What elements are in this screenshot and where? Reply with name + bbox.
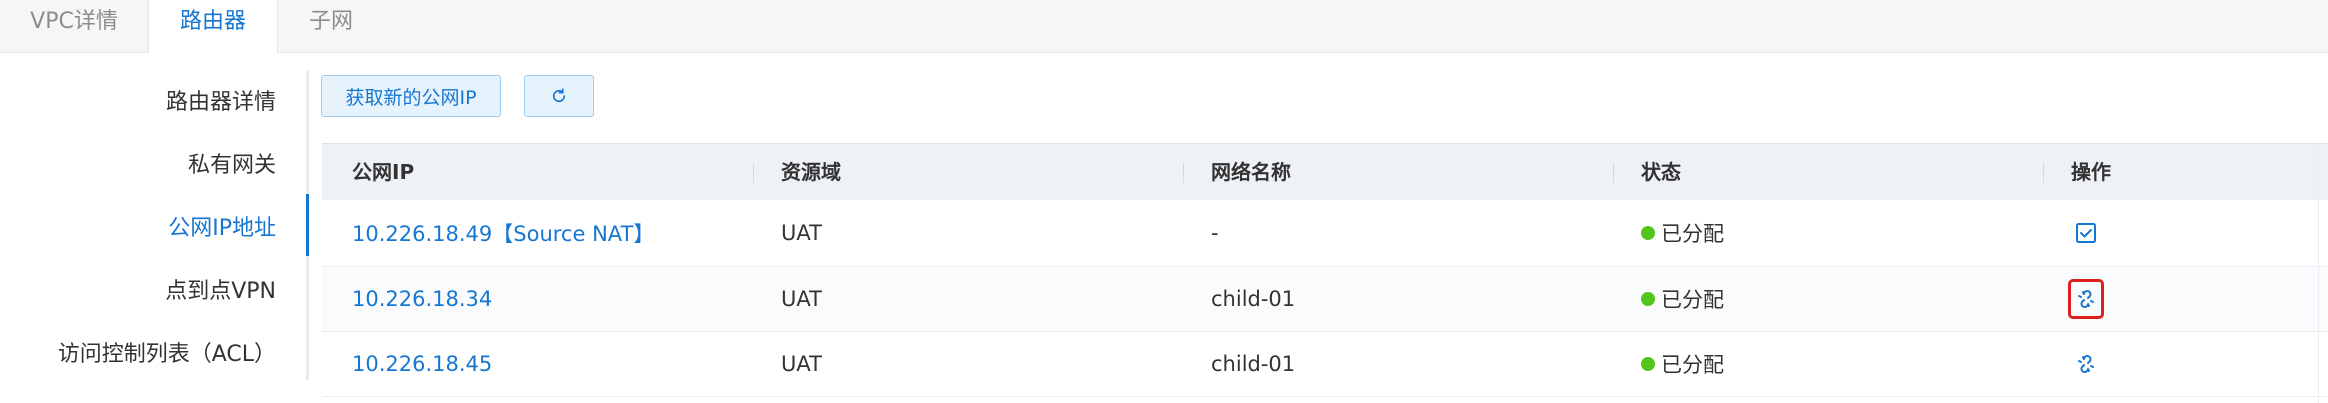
table-right-border bbox=[2318, 143, 2319, 403]
tab-vpc-detail[interactable]: VPC详情 bbox=[0, 0, 148, 52]
side-menu: 路由器详情 私有网关 公网IP地址 点到点VPN 访问控制列表（ACL） bbox=[0, 70, 309, 380]
status-cell: 已分配 bbox=[1641, 332, 1724, 396]
menu-item-acl[interactable]: 访问控制列表（ACL） bbox=[58, 336, 276, 368]
header-network-name: 网络名称 bbox=[1211, 160, 1291, 184]
refresh-button[interactable] bbox=[524, 75, 594, 117]
status-dot-icon bbox=[1641, 292, 1655, 306]
header-status: 状态 bbox=[1641, 160, 1681, 184]
top-tab-bar: VPC详情 路由器 子网 bbox=[0, 0, 2328, 53]
table-row: 10.226.18.34 UAT child-01 已分配 bbox=[322, 267, 2328, 332]
menu-item-site-to-site-vpn[interactable]: 点到点VPN bbox=[165, 273, 276, 305]
column-divider[interactable] bbox=[753, 163, 754, 183]
disable-static-nat-button[interactable] bbox=[2072, 350, 2100, 378]
column-divider[interactable] bbox=[1613, 163, 1614, 183]
public-ip-link[interactable]: 10.226.18.45 bbox=[352, 332, 492, 396]
unlink-icon bbox=[2078, 290, 2094, 308]
public-ip-link[interactable]: 10.226.18.34 bbox=[352, 267, 492, 331]
checkbox-checked-icon bbox=[2076, 223, 2096, 243]
column-divider[interactable] bbox=[2043, 163, 2044, 183]
status-dot-icon bbox=[1641, 226, 1655, 240]
acquire-public-ip-button[interactable]: 获取新的公网IP bbox=[321, 75, 501, 117]
header-actions: 操作 bbox=[2071, 160, 2111, 184]
column-divider[interactable] bbox=[1183, 163, 1184, 183]
resource-domain-cell: UAT bbox=[781, 221, 822, 245]
table-row: 10.226.18.49【Source NAT】 UAT - 已分配 bbox=[322, 200, 2328, 267]
status-label: 已分配 bbox=[1661, 288, 1724, 312]
header-resource-domain: 资源域 bbox=[781, 160, 841, 184]
tab-subnet[interactable]: 子网 bbox=[276, 0, 386, 52]
resource-domain-cell: UAT bbox=[781, 287, 822, 311]
refresh-icon bbox=[552, 88, 566, 103]
public-ip-link[interactable]: 10.226.18.49【Source NAT】 bbox=[352, 200, 654, 266]
tab-router[interactable]: 路由器 bbox=[148, 0, 278, 53]
status-cell: 已分配 bbox=[1641, 200, 1724, 266]
status-label: 已分配 bbox=[1661, 222, 1724, 246]
resource-domain-cell: UAT bbox=[781, 352, 822, 376]
network-name-cell: child-01 bbox=[1211, 352, 1296, 376]
header-public-ip: 公网IP bbox=[352, 160, 415, 184]
menu-item-private-gateway[interactable]: 私有网关 bbox=[188, 147, 276, 179]
active-menu-indicator bbox=[306, 194, 309, 256]
status-label: 已分配 bbox=[1661, 353, 1724, 377]
menu-item-public-ip[interactable]: 公网IP地址 bbox=[168, 210, 276, 242]
status-cell: 已分配 bbox=[1641, 267, 1724, 331]
enable-static-nat-button[interactable] bbox=[2072, 219, 2100, 247]
network-name-cell: - bbox=[1211, 221, 1219, 245]
disable-static-nat-button[interactable] bbox=[2068, 279, 2104, 319]
status-dot-icon bbox=[1641, 357, 1655, 371]
network-name-cell: child-01 bbox=[1211, 287, 1296, 311]
menu-item-router-detail[interactable]: 路由器详情 bbox=[166, 84, 276, 116]
unlink-icon bbox=[2078, 355, 2094, 373]
table-row: 10.226.18.45 UAT child-01 已分配 bbox=[322, 332, 2328, 397]
table-header: 公网IP 资源域 网络名称 状态 操作 bbox=[322, 143, 2328, 201]
